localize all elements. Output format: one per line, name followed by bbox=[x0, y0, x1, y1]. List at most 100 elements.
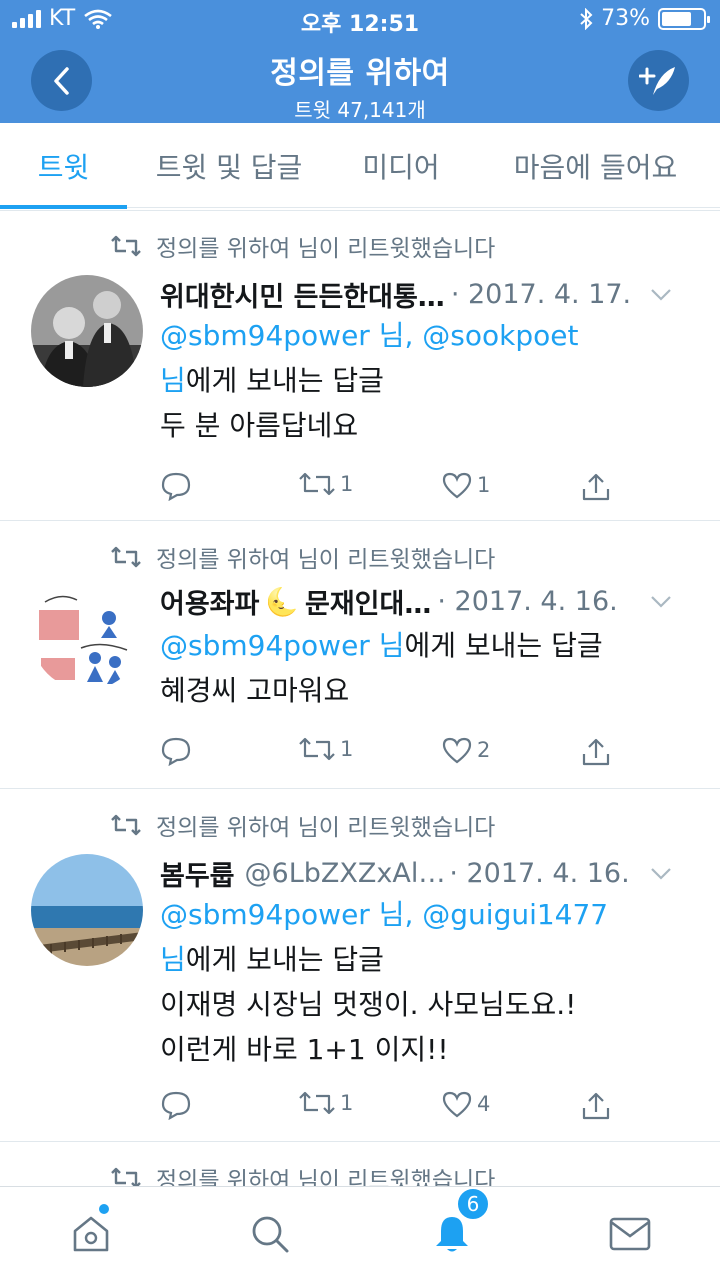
tweet-item[interactable]: 정의를 위하여 님이 리트윗했습니다 위대한시민 든든한대통… · 2017. … bbox=[0, 211, 720, 521]
tweet-text: 혜경씨 고마워요 bbox=[160, 674, 350, 707]
notification-badge: 6 bbox=[456, 1187, 490, 1221]
avatar[interactable] bbox=[31, 578, 143, 690]
chevron-down-icon[interactable] bbox=[650, 867, 672, 881]
home-icon bbox=[73, 1216, 109, 1252]
tweet-meta: 위대한시민 든든한대통… · 2017. 4. 17. bbox=[160, 275, 698, 314]
tweet-body: @sbm94power 님, @sookpoet 님에게 보내는 답글 두 분 … bbox=[160, 313, 700, 448]
avatar-drawing bbox=[31, 578, 143, 690]
moon-emoji: 🌜 bbox=[265, 586, 299, 618]
share-button[interactable] bbox=[580, 1090, 612, 1122]
display-name[interactable]: 위대한시민 든든한대통… bbox=[160, 275, 445, 314]
reply-label: 에게 보내는 답글 bbox=[185, 943, 384, 976]
avatar[interactable] bbox=[31, 275, 143, 387]
display-name[interactable]: 봄두룹 bbox=[160, 854, 235, 893]
retweet-label: 정의를 위하여 님이 리트윗했습니다 bbox=[156, 236, 496, 262]
nav-home[interactable] bbox=[66, 1209, 116, 1259]
retweet-icon bbox=[299, 737, 335, 761]
like-button[interactable]: 1 bbox=[441, 471, 490, 499]
page-title: 정의를 위하여 bbox=[270, 56, 450, 91]
reply-label: 에게 보내는 답글 bbox=[404, 629, 603, 662]
tweet-text-line-2: 이런게 바로 1+1 이지!! bbox=[160, 1033, 449, 1066]
reply-mentions-suffix[interactable]: 님 bbox=[160, 364, 186, 397]
reply-mentions[interactable]: @sbm94power 님, @guigui1477 bbox=[160, 898, 608, 931]
back-button[interactable] bbox=[31, 50, 92, 111]
tweet-date: · 2017. 4. 16. bbox=[437, 586, 618, 617]
search-icon bbox=[252, 1216, 289, 1253]
bluetooth-icon bbox=[580, 7, 593, 30]
reply-icon bbox=[161, 1091, 191, 1120]
retweet-count: 1 bbox=[340, 472, 354, 496]
nav-messages[interactable] bbox=[605, 1209, 655, 1259]
retweet-icon bbox=[111, 235, 141, 257]
like-count: 1 bbox=[477, 473, 491, 497]
retweet-context: 정의를 위하여 님이 리트윗했습니다 bbox=[110, 808, 495, 842]
nav-search[interactable] bbox=[245, 1209, 295, 1259]
retweet-context: 정의를 위하여 님이 리트윗했습니다 bbox=[110, 229, 495, 263]
retweet-icon bbox=[111, 546, 141, 568]
user-handle[interactable]: @6LbZXZxAl… bbox=[245, 858, 446, 889]
chevron-down-icon[interactable] bbox=[650, 595, 672, 609]
tweet-body: @sbm94power 님, @guigui1477 님에게 보내는 답글 이재… bbox=[160, 892, 700, 1072]
reply-button[interactable] bbox=[160, 471, 192, 501]
tab-media[interactable]: 미디어 bbox=[331, 123, 471, 208]
like-count: 2 bbox=[477, 738, 491, 762]
tweet-item[interactable]: 정의를 위하여 님이 리트윗했습니다 봄두룹 @6LbZXZxAl… · 201… bbox=[0, 790, 720, 1142]
heart-icon bbox=[442, 1091, 472, 1118]
like-button[interactable]: 2 bbox=[441, 736, 490, 764]
retweet-button[interactable]: 1 bbox=[298, 736, 353, 762]
chevron-left-icon bbox=[53, 66, 69, 95]
share-button[interactable] bbox=[580, 471, 612, 503]
reply-mentions-suffix[interactable]: 님 bbox=[160, 943, 186, 976]
home-unread-dot bbox=[99, 1204, 109, 1214]
tab-likes[interactable]: 마음에 들어요 bbox=[471, 123, 720, 208]
reply-mentions[interactable]: @sbm94power 님, @sookpoet bbox=[160, 319, 578, 352]
tweet-body: @sbm94power 님에게 보내는 답글 혜경씨 고마워요 bbox=[160, 623, 700, 713]
share-icon bbox=[582, 1092, 610, 1120]
avatar[interactable] bbox=[31, 854, 143, 966]
status-bar: KT 오후 12:51 73% bbox=[0, 0, 720, 40]
tab-tweets-replies[interactable]: 트윗 및 답글 bbox=[127, 123, 331, 208]
reply-icon bbox=[161, 737, 191, 766]
display-name-continued: 문재인대… bbox=[305, 589, 432, 620]
avatar-photo bbox=[31, 275, 143, 387]
battery-icon bbox=[658, 7, 710, 30]
tweet-date: · 2017. 4. 16. bbox=[449, 858, 630, 889]
share-button[interactable] bbox=[580, 736, 612, 768]
compose-button[interactable] bbox=[628, 50, 689, 111]
share-icon bbox=[582, 473, 610, 501]
tweet-text: 두 분 아름답네요 bbox=[160, 409, 359, 442]
reply-label: 에게 보내는 답글 bbox=[185, 364, 384, 397]
reply-icon bbox=[161, 472, 191, 501]
retweet-button[interactable]: 1 bbox=[298, 471, 353, 497]
reply-button[interactable] bbox=[160, 736, 192, 766]
retweet-context: 정의를 위하여 님이 리트윗했습니다 bbox=[110, 540, 495, 574]
heart-icon bbox=[442, 737, 472, 764]
like-count: 4 bbox=[477, 1092, 491, 1116]
retweet-icon bbox=[299, 472, 335, 496]
like-button[interactable]: 4 bbox=[441, 1090, 490, 1118]
chevron-down-icon[interactable] bbox=[650, 288, 672, 302]
retweet-label: 정의를 위하여 님이 리트윗했습니다 bbox=[156, 815, 496, 841]
retweet-count: 1 bbox=[340, 1091, 354, 1115]
compose-tweet-icon bbox=[638, 66, 675, 95]
retweet-count: 1 bbox=[340, 737, 354, 761]
tweet-item[interactable]: 정의를 위하여 님이 리트윗했습니다 어용좌파 🌜 문재인대… · 2017. … bbox=[0, 522, 720, 789]
tweet-text-line-1: 이재명 시장님 멋쟁이. 사모님도요.! bbox=[160, 988, 577, 1021]
bottom-tab-bar: 6 bbox=[0, 1186, 720, 1280]
header-title-block: 정의를 위하여 트윗 47,141개 bbox=[140, 48, 580, 123]
retweet-button[interactable]: 1 bbox=[298, 1090, 353, 1116]
tab-tweets[interactable]: 트윗 bbox=[0, 123, 127, 209]
tweet-meta: 어용좌파 🌜 문재인대… · 2017. 4. 16. bbox=[160, 582, 698, 621]
tweet-meta: 봄두룹 @6LbZXZxAl… · 2017. 4. 16. bbox=[160, 854, 698, 893]
battery-percent: 73% bbox=[601, 6, 650, 31]
tweet-count: 트윗 47,141개 bbox=[294, 98, 426, 122]
profile-tabs: 트윗 트윗 및 답글 미디어 마음에 들어요 bbox=[0, 123, 720, 209]
share-icon bbox=[582, 738, 610, 766]
tweet-date: · 2017. 4. 17. bbox=[450, 279, 632, 310]
reply-button[interactable] bbox=[160, 1090, 192, 1120]
display-name[interactable]: 어용좌파 bbox=[160, 582, 259, 621]
retweet-label: 정의를 위하여 님이 리트윗했습니다 bbox=[156, 547, 496, 573]
reply-mentions[interactable]: @sbm94power 님 bbox=[160, 629, 404, 662]
profile-header: KT 오후 12:51 73% 정의를 위하여 트윗 47,141개 bbox=[0, 0, 720, 123]
heart-icon bbox=[442, 472, 472, 499]
